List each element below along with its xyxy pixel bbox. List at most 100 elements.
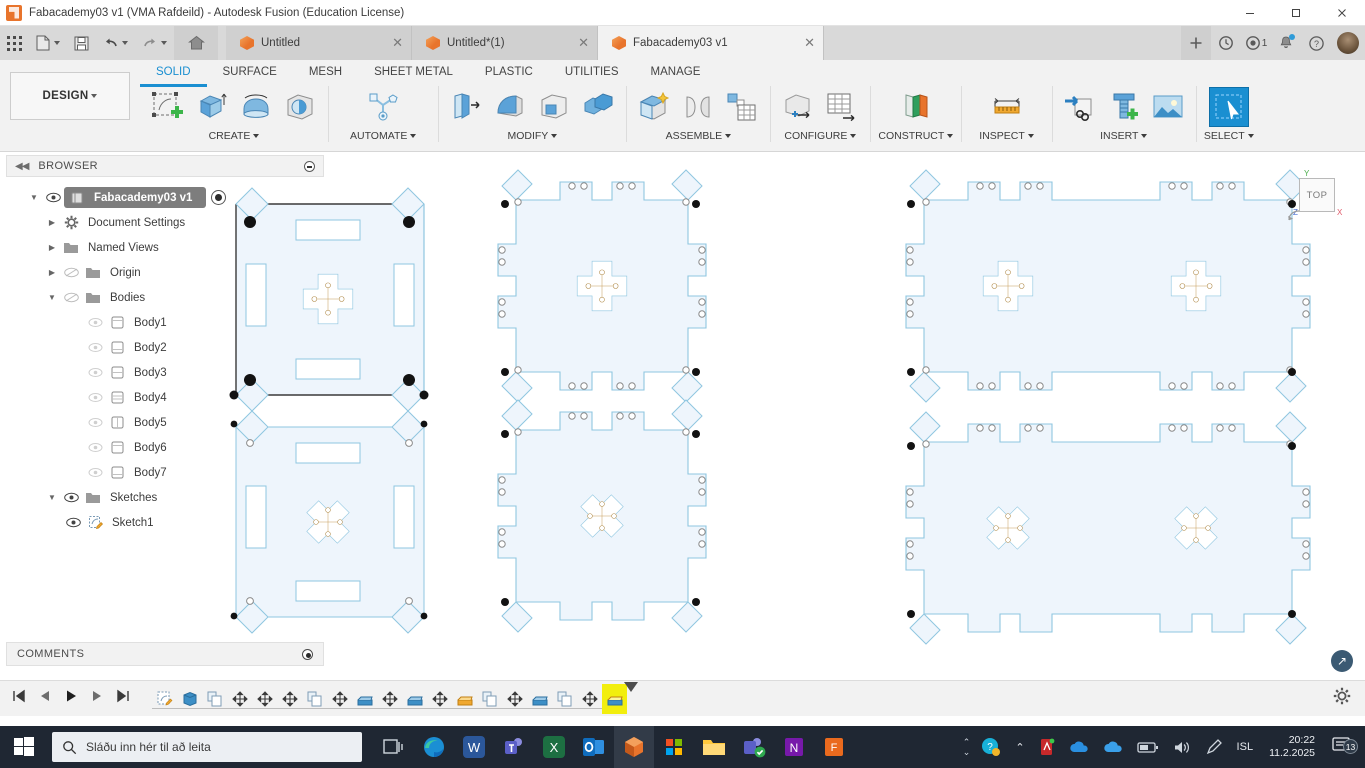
help-icon[interactable]: ?: [1301, 26, 1331, 60]
tree-item-origin[interactable]: ▶ Origin: [6, 260, 324, 285]
timeline-feature-copy[interactable]: [302, 684, 327, 714]
offset-plane-icon[interactable]: [896, 87, 936, 127]
redo-caret[interactable]: [161, 41, 167, 45]
ribbon-group-inspect-label[interactable]: INSPECT: [979, 130, 1034, 142]
document-tab-2[interactable]: Untitled*(1) ✕: [412, 26, 598, 60]
visibility-eye-off-icon[interactable]: [84, 467, 106, 478]
ribbon-group-assemble-label[interactable]: ASSEMBLE: [666, 130, 732, 142]
browser-collapse-icon[interactable]: ◀◀: [15, 161, 29, 172]
taskbar-app-edge[interactable]: [414, 726, 454, 768]
fillet-icon[interactable]: [490, 87, 530, 127]
combine-icon[interactable]: [578, 87, 618, 127]
go-to-end-icon[interactable]: [116, 689, 130, 708]
select-window-icon[interactable]: [1208, 87, 1249, 127]
tree-item-document-settings[interactable]: ▶ Document Settings: [6, 210, 324, 235]
new-component-icon[interactable]: [634, 87, 674, 127]
user-avatar[interactable]: [1337, 32, 1359, 54]
tray-battery-icon[interactable]: [1131, 741, 1165, 754]
ribbon-group-configure-label[interactable]: CONFIGURE: [784, 130, 857, 142]
timeline-feature-move[interactable]: [502, 684, 527, 714]
tray-pen-icon[interactable]: [1199, 739, 1229, 755]
tree-item-named-views[interactable]: ▶ Named Views: [6, 235, 324, 260]
step-back-icon[interactable]: [38, 689, 52, 708]
expand-arrow-icon[interactable]: ▶: [44, 243, 60, 252]
taskbar-app-fusion-f[interactable]: F: [814, 726, 854, 768]
timeline-feature-move[interactable]: [252, 684, 277, 714]
insert-mcmaster-icon[interactable]: [1104, 87, 1144, 127]
new-file-caret[interactable]: [54, 41, 60, 45]
visibility-eye-icon[interactable]: [60, 492, 82, 503]
ribbon-group-modify-label[interactable]: MODIFY: [507, 130, 558, 142]
tray-volume-icon[interactable]: [1167, 740, 1197, 755]
timeline-feature-extrude[interactable]: [352, 684, 377, 714]
tray-expand-icon[interactable]: ⌃: [1009, 741, 1030, 754]
redo-icon[interactable]: [135, 26, 174, 60]
timeline-feature-extrude[interactable]: [177, 684, 202, 714]
joint-icon[interactable]: [678, 87, 718, 127]
tray-clock[interactable]: 20:22 11.2.2025: [1261, 734, 1323, 760]
timeline-feature-current[interactable]: [602, 681, 638, 714]
taskbar-app-teams[interactable]: [494, 726, 534, 768]
expand-arrow-icon[interactable]: ▼: [44, 293, 60, 302]
measure-icon[interactable]: [987, 87, 1027, 127]
create-sketch-icon[interactable]: [148, 87, 188, 127]
play-icon[interactable]: [64, 689, 78, 708]
orbit-widget[interactable]: [1331, 650, 1353, 672]
ribbon-group-construct-label[interactable]: CONSTRUCT: [878, 130, 954, 142]
taskbar-app-teams-2[interactable]: [734, 726, 774, 768]
sync-status-icon[interactable]: 1: [1241, 26, 1271, 60]
visibility-eye-off-icon[interactable]: [60, 292, 82, 303]
taskbar-app-fusion[interactable]: [614, 726, 654, 768]
visibility-eye-off-icon[interactable]: [84, 317, 106, 328]
notifications-bell-icon[interactable]: [1271, 26, 1301, 60]
maximize-button[interactable]: [1273, 0, 1319, 26]
tray-onedrive-icon[interactable]: [1063, 740, 1095, 754]
step-forward-icon[interactable]: [90, 689, 104, 708]
expand-arrow-icon[interactable]: ▼: [26, 193, 42, 202]
view-cube[interactable]: TOP Y X Z: [1287, 169, 1343, 222]
document-tab-close-icon[interactable]: ✕: [392, 35, 403, 51]
document-tab-3[interactable]: Fabacademy03 v1 ✕: [598, 26, 824, 60]
timeline-feature-extrude[interactable]: [527, 684, 552, 714]
tree-item-body7[interactable]: Body7: [6, 460, 324, 485]
visibility-eye-icon[interactable]: [42, 192, 64, 203]
view-home-icon[interactable]: [1287, 206, 1305, 222]
new-tab-button[interactable]: [1181, 26, 1211, 60]
visibility-eye-off-icon[interactable]: [84, 367, 106, 378]
timeline-marker[interactable]: [624, 681, 638, 692]
tree-item-body5[interactable]: Body5: [6, 410, 324, 435]
tree-item-root[interactable]: ▼ Fabacademy03 v1: [6, 185, 324, 210]
ribbon-group-create-label[interactable]: CREATE: [209, 130, 260, 142]
visibility-eye-off-icon[interactable]: [84, 392, 106, 403]
tree-item-body3[interactable]: Body3: [6, 360, 324, 385]
visibility-eye-off-icon[interactable]: [84, 442, 106, 453]
expand-arrow-icon[interactable]: ▼: [44, 493, 60, 502]
ribbon-group-select-label[interactable]: SELECT: [1204, 130, 1254, 142]
taskbar-app-m365[interactable]: [654, 726, 694, 768]
close-button[interactable]: [1319, 0, 1365, 26]
comments-add-icon[interactable]: [302, 648, 313, 660]
tree-item-body2[interactable]: Body2: [6, 335, 324, 360]
go-to-beginning-icon[interactable]: [12, 689, 26, 708]
visibility-eye-icon[interactable]: [62, 517, 84, 528]
tree-item-bodies[interactable]: ▼ Bodies: [6, 285, 324, 310]
taskbar-app-excel[interactable]: X: [534, 726, 574, 768]
tree-item-body4[interactable]: Body4: [6, 385, 324, 410]
tray-scroll-arrows[interactable]: ⌃ ⌄: [960, 737, 974, 757]
tree-item-sketch1[interactable]: Sketch1: [6, 510, 324, 535]
configure-part-icon[interactable]: [778, 87, 818, 127]
timeline-feature-move[interactable]: [327, 684, 352, 714]
new-file-icon[interactable]: [29, 26, 67, 60]
comments-panel[interactable]: COMMENTS: [6, 642, 324, 666]
taskbar-app-onenote[interactable]: N: [774, 726, 814, 768]
timeline-settings-icon[interactable]: [1333, 687, 1351, 710]
timeline-feature-move[interactable]: [377, 684, 402, 714]
tray-adobe-icon[interactable]: [1033, 738, 1061, 756]
hole-icon[interactable]: [280, 87, 320, 127]
activate-component-radio[interactable]: [211, 190, 227, 205]
document-tab-close-icon[interactable]: ✕: [578, 35, 589, 51]
timeline-feature-move[interactable]: [577, 684, 602, 714]
visibility-eye-off-icon[interactable]: [84, 342, 106, 353]
home-icon[interactable]: [174, 26, 218, 60]
expand-arrow-icon[interactable]: ▶: [44, 268, 60, 277]
